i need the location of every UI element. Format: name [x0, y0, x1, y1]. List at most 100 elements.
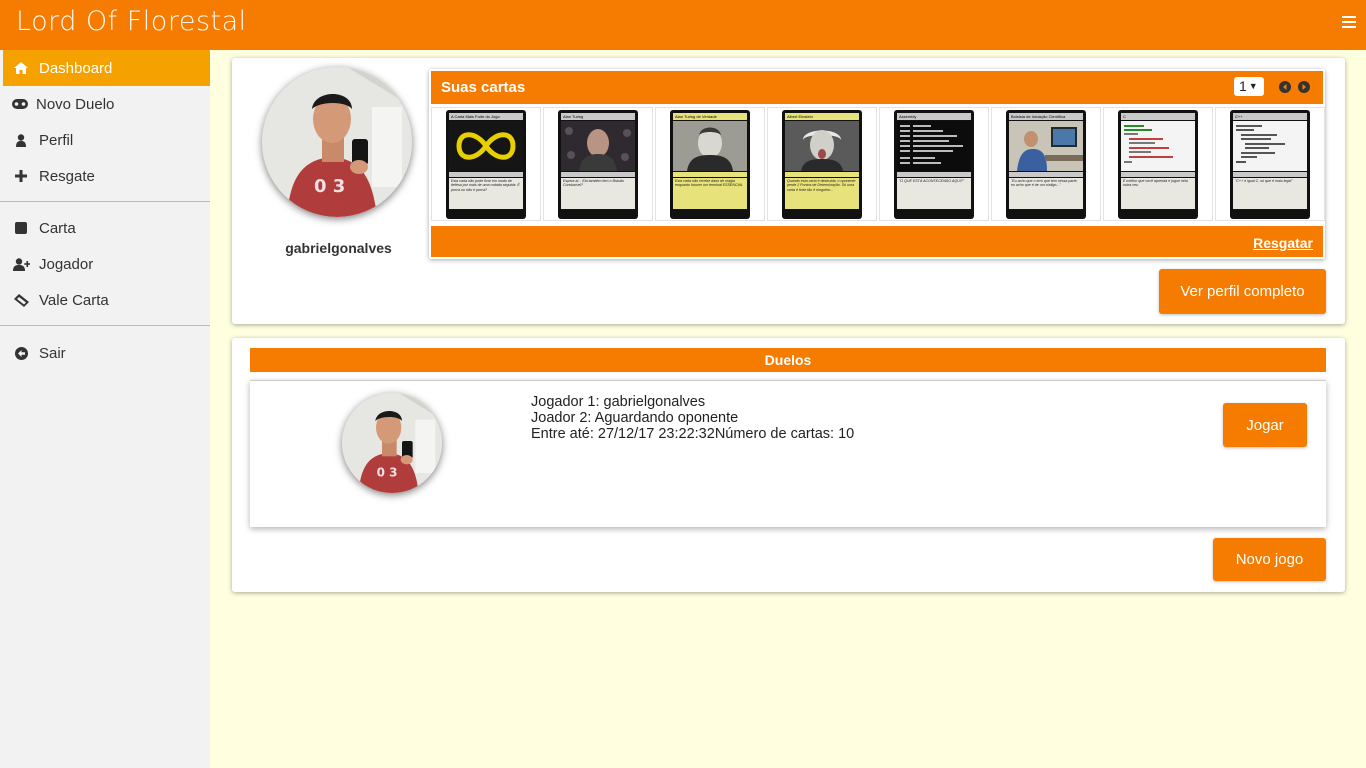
sidebar-divider — [0, 201, 210, 202]
card-text: "Eu acho que o erro que tem nessa parte,… — [1009, 178, 1083, 209]
menu-toggle-icon[interactable] — [1342, 16, 1356, 32]
duels-panel: Duelos 0 3 Jogador 1: gabrielgonalves Jo… — [232, 338, 1345, 592]
user-plus-icon — [3, 257, 39, 271]
plus-icon — [3, 170, 39, 182]
cards-title: Suas cartas — [441, 79, 526, 96]
card[interactable]: Alan Turing de Verdade Esta carta não re… — [670, 110, 750, 219]
top-bar: Lord Of Florestal — [0, 0, 1366, 50]
card-name: C++ — [1233, 113, 1307, 120]
card[interactable]: Bolsista de Iniciação Científica "Eu ach… — [1006, 110, 1086, 219]
duel-player1: Jogador 1: gabrielgonalves — [531, 394, 706, 410]
duel-deadline: Entre até: 27/12/17 23:22:32Número de ca… — [531, 426, 855, 442]
avatar[interactable]: 0 3 — [262, 67, 412, 217]
card-name: Assembly — [897, 113, 971, 120]
chevron-down-icon: ▼ — [1248, 81, 1258, 91]
page-select[interactable]: 1 ▼ — [1234, 77, 1264, 96]
sidebar-item-label: Carta — [39, 219, 76, 237]
card-slot[interactable]: Alan Turing de Verdade Esta carta não re… — [655, 107, 765, 221]
resgatar-link[interactable]: Resgatar — [1253, 235, 1313, 251]
next-page-icon[interactable] — [1298, 81, 1310, 93]
card-text: Quando esta carta é destruída, o oponent… — [785, 178, 859, 209]
card-name: A Carta Mais Forte do Jogo — [449, 113, 523, 120]
card-art-infinity — [449, 121, 523, 171]
card-art-photo — [1009, 121, 1083, 171]
sidebar: Dashboard Novo Duelo Perfil Resgate Cart… — [0, 50, 210, 768]
sidebar-item-label: Dashboard — [39, 59, 113, 77]
app-title[interactable]: Lord Of Florestal — [16, 6, 247, 37]
card-art-portrait — [561, 121, 635, 171]
card-slot[interactable]: Alan Turing Espera aí... Ela também tem … — [543, 107, 653, 221]
sidebar-divider — [0, 325, 210, 326]
card-type-line — [1121, 172, 1195, 177]
card-art-code — [897, 121, 971, 171]
card-text: Espera aí... Ela também tem o Brasão Con… — [561, 178, 635, 209]
arrow-circle-left-icon — [3, 346, 39, 360]
sidebar-item-novo-duelo[interactable]: Novo Duelo — [3, 86, 210, 122]
card-type-line — [1233, 172, 1307, 177]
prev-page-icon[interactable] — [1279, 81, 1291, 93]
card[interactable]: Assembly "O QUE ESTÁ ACONTECENDO AQUI?" — [894, 110, 974, 219]
user-icon — [3, 133, 39, 147]
card[interactable]: Albert Einstein Quando esta carta é dest… — [782, 110, 862, 219]
page-select-value: 1 — [1239, 78, 1247, 94]
sidebar-item-resgate[interactable]: Resgate — [3, 158, 210, 194]
card-text: Esta carta não pode ficar em modo de def… — [449, 178, 523, 209]
cards-header: Suas cartas 1 ▼ — [431, 71, 1323, 104]
card[interactable]: Alan Turing Espera aí... Ela também tem … — [558, 110, 638, 219]
card-text: É melhor que você aprenda e jogue nela o… — [1121, 178, 1195, 209]
sidebar-item-label: Sair — [39, 344, 66, 362]
gamepad-icon — [3, 99, 36, 109]
card-slot[interactable]: A Carta Mais Forte do Jogo Esta carta nã… — [431, 107, 541, 221]
square-icon — [3, 222, 39, 234]
card-type-line — [449, 172, 523, 177]
home-icon — [3, 62, 39, 74]
card-name: Albert Einstein — [785, 113, 859, 120]
sidebar-item-carta[interactable]: Carta — [3, 210, 210, 246]
svg-text:0 3: 0 3 — [377, 465, 398, 479]
card-slot[interactable]: Assembly "O QUE ESTÁ ACONTECENDO AQUI?" — [879, 107, 989, 221]
card-name: Alan Turing — [561, 113, 635, 120]
sidebar-item-label: Novo Duelo — [36, 95, 115, 113]
card-art-code — [1233, 121, 1307, 171]
card-text: "C++ é igual C, só que é mais legal" — [1233, 178, 1307, 209]
cards-footer: Resgatar — [431, 226, 1323, 257]
card-art-portrait — [785, 121, 859, 171]
profile-panel: 0 3 gabrielgonalves Suas cartas 1 ▼ A Car… — [232, 58, 1345, 324]
card-slot[interactable]: C++ "C++ é igual C, só que é mais legal" — [1215, 107, 1325, 221]
sidebar-item-dashboard[interactable]: Dashboard — [3, 50, 210, 86]
card-slot[interactable]: C É melhor que você aprenda e jogue nela… — [1103, 107, 1213, 221]
profile-username: gabrielgonalves — [285, 240, 392, 256]
card-text: "O QUE ESTÁ ACONTECENDO AQUI?" — [897, 178, 971, 209]
ticket-icon — [3, 293, 39, 307]
card-type-line — [1009, 172, 1083, 177]
card-name: Bolsista de Iniciação Científica — [1009, 113, 1083, 120]
sidebar-item-label: Resgate — [39, 167, 95, 185]
view-profile-button[interactable]: Ver perfil completo — [1159, 269, 1326, 314]
card-type-line — [673, 172, 747, 177]
card-art-portrait — [673, 121, 747, 171]
sidebar-item-sair[interactable]: Sair — [3, 335, 210, 371]
card-name: C — [1121, 113, 1195, 120]
sidebar-item-label: Perfil — [39, 131, 74, 149]
card-type-line — [561, 172, 635, 177]
card-slot[interactable]: Bolsista de Iniciação Científica "Eu ach… — [991, 107, 1101, 221]
duel-row: 0 3 Jogador 1: gabrielgonalves Joador 2:… — [250, 380, 1326, 527]
card-type-line — [785, 172, 859, 177]
duels-title: Duelos — [250, 348, 1326, 372]
card-text: Esta carta não recebe dano de magia enqu… — [673, 178, 747, 209]
cards-box: Suas cartas 1 ▼ A Carta Mais Forte do Jog… — [429, 69, 1325, 259]
card-name: Alan Turing de Verdade — [673, 113, 747, 120]
card[interactable]: C++ "C++ é igual C, só que é mais legal" — [1230, 110, 1310, 219]
svg-text:0 3: 0 3 — [314, 176, 345, 197]
card[interactable]: C É melhor que você aprenda e jogue nela… — [1118, 110, 1198, 219]
new-game-button[interactable]: Novo jogo — [1213, 538, 1326, 581]
duel-avatar: 0 3 — [342, 393, 442, 493]
card-slot[interactable]: Albert Einstein Quando esta carta é dest… — [767, 107, 877, 221]
sidebar-item-vale-carta[interactable]: Vale Carta — [3, 282, 210, 318]
card[interactable]: A Carta Mais Forte do Jogo Esta carta nã… — [446, 110, 526, 219]
play-button[interactable]: Jogar — [1223, 403, 1307, 447]
card-art-code — [1121, 121, 1195, 171]
sidebar-item-jogador[interactable]: Jogador — [3, 246, 210, 282]
sidebar-item-perfil[interactable]: Perfil — [3, 122, 210, 158]
duel-info: Jogador 1: gabrielgonalves Joador 2: Agu… — [531, 394, 854, 442]
